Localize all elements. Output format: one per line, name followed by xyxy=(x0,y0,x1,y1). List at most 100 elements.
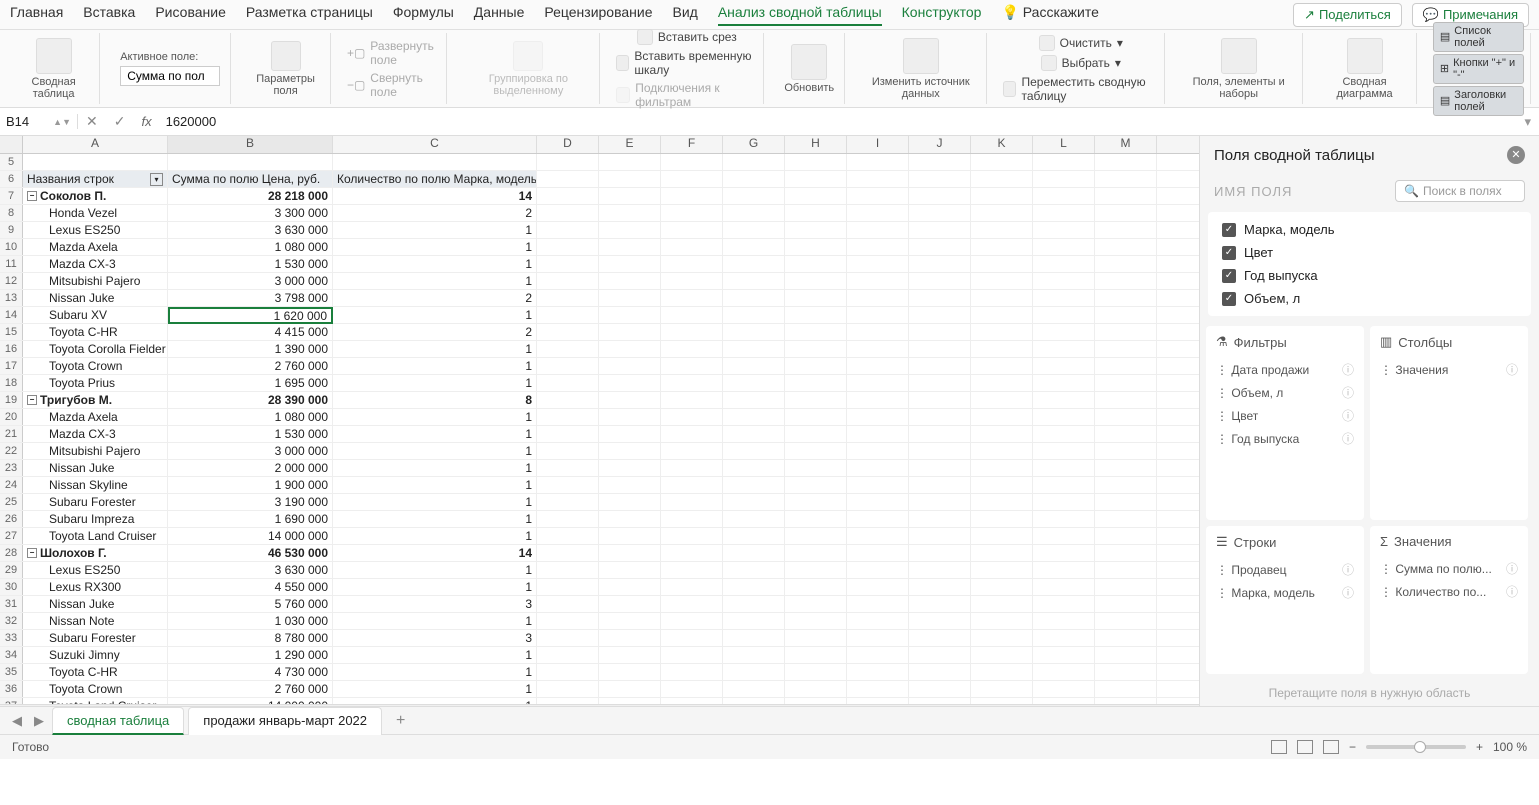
cell[interactable] xyxy=(909,290,971,306)
cell[interactable] xyxy=(785,154,847,170)
cell[interactable] xyxy=(971,392,1033,408)
cell[interactable] xyxy=(971,409,1033,425)
cell[interactable]: Сумма по полю Цена, руб. xyxy=(168,171,333,187)
cell[interactable]: Toyota Crown xyxy=(23,358,168,374)
cell[interactable] xyxy=(537,630,599,646)
cell[interactable] xyxy=(1095,460,1157,476)
cell[interactable]: 3 630 000 xyxy=(168,562,333,578)
cell[interactable] xyxy=(971,681,1033,697)
cell[interactable] xyxy=(785,511,847,527)
cell[interactable] xyxy=(599,188,661,204)
cell[interactable] xyxy=(785,681,847,697)
cell[interactable] xyxy=(1095,307,1157,323)
cell[interactable] xyxy=(661,375,723,391)
cell[interactable] xyxy=(1033,528,1095,544)
col-header-E[interactable]: E xyxy=(599,136,661,153)
cell[interactable] xyxy=(847,511,909,527)
col-header-L[interactable]: L xyxy=(1033,136,1095,153)
cell[interactable] xyxy=(1033,443,1095,459)
insert-timeline[interactable]: Вставить временную шкалу xyxy=(616,48,757,78)
pivot-field-item[interactable]: ✓Цвет xyxy=(1222,241,1517,264)
cell[interactable] xyxy=(661,443,723,459)
cell[interactable]: Mitsubishi Pajero xyxy=(23,443,168,459)
cell[interactable]: 5 760 000 xyxy=(168,596,333,612)
row-header[interactable]: 32 xyxy=(0,613,23,629)
cell[interactable] xyxy=(971,205,1033,221)
cell[interactable] xyxy=(1033,596,1095,612)
select[interactable]: Выбрать ▾ xyxy=(1041,54,1121,72)
cell[interactable] xyxy=(661,630,723,646)
cell[interactable] xyxy=(847,494,909,510)
cell[interactable] xyxy=(599,392,661,408)
cell[interactable]: 1 xyxy=(333,460,537,476)
cell[interactable] xyxy=(785,579,847,595)
cell[interactable] xyxy=(1033,290,1095,306)
cell[interactable] xyxy=(599,681,661,697)
cell[interactable] xyxy=(599,647,661,663)
cell[interactable] xyxy=(1033,664,1095,680)
cell[interactable]: 1 xyxy=(333,443,537,459)
cell[interactable]: 3 000 000 xyxy=(168,443,333,459)
change-source-icon[interactable] xyxy=(903,38,939,74)
cell[interactable] xyxy=(847,392,909,408)
cell[interactable] xyxy=(785,256,847,272)
cell[interactable] xyxy=(599,579,661,595)
cell[interactable] xyxy=(971,477,1033,493)
cell[interactable]: 1 xyxy=(333,494,537,510)
cell[interactable] xyxy=(1033,545,1095,561)
pivot-area-item[interactable]: ⋮ Значенияⓘ xyxy=(1378,358,1520,381)
cell[interactable] xyxy=(723,341,785,357)
row-header[interactable]: 5 xyxy=(0,154,23,170)
cell[interactable] xyxy=(661,341,723,357)
cell[interactable] xyxy=(537,443,599,459)
view-normal-icon[interactable] xyxy=(1271,740,1287,754)
cell[interactable] xyxy=(723,494,785,510)
cell[interactable] xyxy=(1095,239,1157,255)
field-list-toggle[interactable]: ▤Список полей xyxy=(1433,22,1524,52)
pivot-area-columns[interactable]: ▥Столбцы⋮ Значенияⓘ xyxy=(1370,326,1528,520)
cell[interactable]: Количество по полю Марка, модель xyxy=(333,171,537,187)
cell[interactable] xyxy=(847,443,909,459)
expand-field[interactable]: +▢Развернуть поле xyxy=(347,38,441,68)
cell[interactable]: 3 xyxy=(333,596,537,612)
cell[interactable] xyxy=(909,358,971,374)
cell[interactable] xyxy=(909,528,971,544)
row-header[interactable]: 22 xyxy=(0,443,23,459)
cell[interactable]: 1 xyxy=(333,307,537,323)
cell[interactable] xyxy=(785,630,847,646)
cell[interactable] xyxy=(1095,341,1157,357)
cell[interactable] xyxy=(1095,188,1157,204)
cell[interactable] xyxy=(785,494,847,510)
pivot-area-item[interactable]: ⋮ Сумма по полю...ⓘ xyxy=(1378,557,1520,580)
cell[interactable] xyxy=(847,664,909,680)
row-header[interactable]: 7 xyxy=(0,188,23,204)
cell[interactable] xyxy=(971,222,1033,238)
cell[interactable] xyxy=(785,392,847,408)
col-header-A[interactable]: A xyxy=(23,136,168,153)
row-header[interactable]: 9 xyxy=(0,222,23,238)
cell[interactable]: 3 190 000 xyxy=(168,494,333,510)
cell[interactable] xyxy=(909,375,971,391)
ribbon-tab-6[interactable]: Рецензирование xyxy=(544,4,652,26)
cell[interactable] xyxy=(847,409,909,425)
cell[interactable] xyxy=(661,579,723,595)
row-header[interactable]: 18 xyxy=(0,375,23,391)
cell[interactable] xyxy=(537,494,599,510)
cell[interactable]: Toyota C-HR xyxy=(23,664,168,680)
cell[interactable] xyxy=(1095,392,1157,408)
cell[interactable]: 3 798 000 xyxy=(168,290,333,306)
cell[interactable]: Subaru Forester xyxy=(23,494,168,510)
cell[interactable]: 3 000 000 xyxy=(168,273,333,289)
cell[interactable]: 2 000 000 xyxy=(168,460,333,476)
cell[interactable] xyxy=(23,154,168,170)
cell[interactable] xyxy=(971,494,1033,510)
cell[interactable] xyxy=(537,426,599,442)
view-layout-icon[interactable] xyxy=(1297,740,1313,754)
cell[interactable]: Suzuki Jimny xyxy=(23,647,168,663)
cell[interactable] xyxy=(723,290,785,306)
cell[interactable] xyxy=(909,222,971,238)
cell[interactable] xyxy=(599,154,661,170)
cell[interactable] xyxy=(723,154,785,170)
cell[interactable] xyxy=(1095,443,1157,459)
cell[interactable]: 1 xyxy=(333,511,537,527)
